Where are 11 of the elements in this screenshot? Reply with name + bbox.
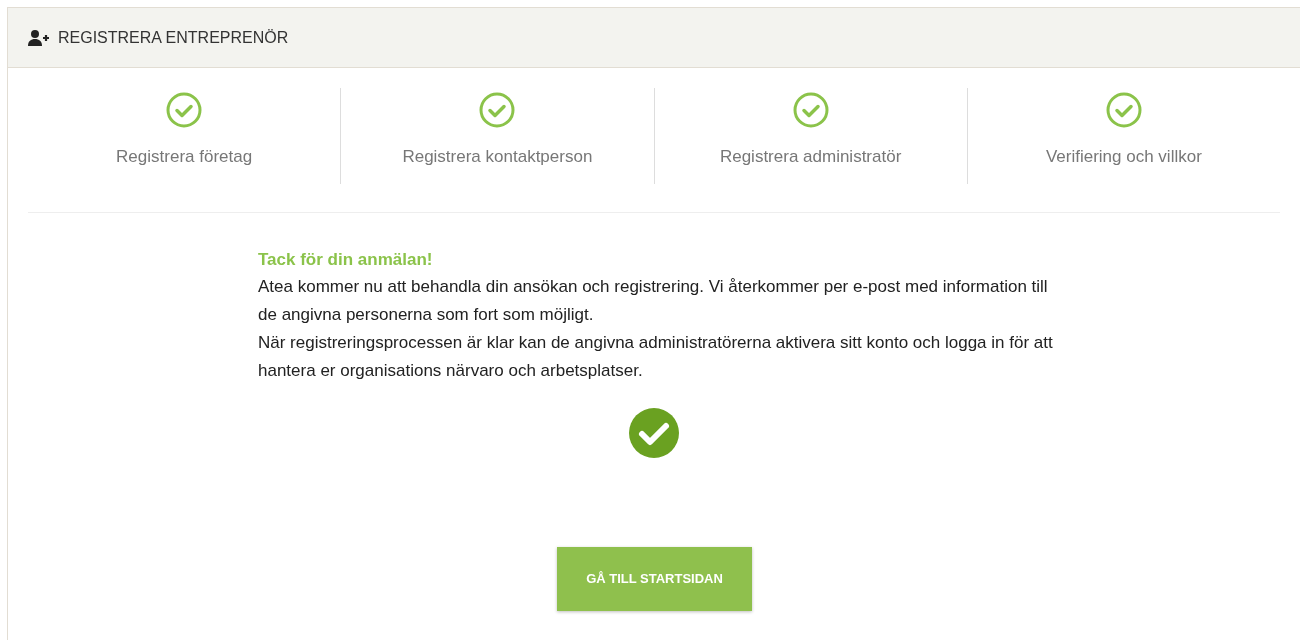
step-label: Registrera företag [115, 146, 254, 168]
check-circle-icon [628, 406, 680, 459]
add-user-icon [28, 29, 50, 46]
home-button[interactable]: GÅ TILL STARTSIDAN [557, 546, 752, 611]
message-heading: Tack för din anmälan! [258, 249, 434, 271]
step-label: Registrera kontaktperson [401, 146, 594, 168]
step-label: Verifiering och villkor [1044, 146, 1203, 168]
panel-title: REGISTRERA ENTREPRENÖR [58, 27, 289, 48]
step-label: Registrera administratör [718, 146, 903, 168]
message-text: När registreringsprocessen är klar kan de angivna administratörerna aktivera sitt konto och logga in för att hantera er organisations närvaro och arbetsplatser. [258, 331, 1054, 382]
message-text: Atea kommer nu att behandla din ansökan och registrering. Vi återkommer per e-post med information till de angivna personerna som fort som möjligt. [258, 275, 1049, 326]
